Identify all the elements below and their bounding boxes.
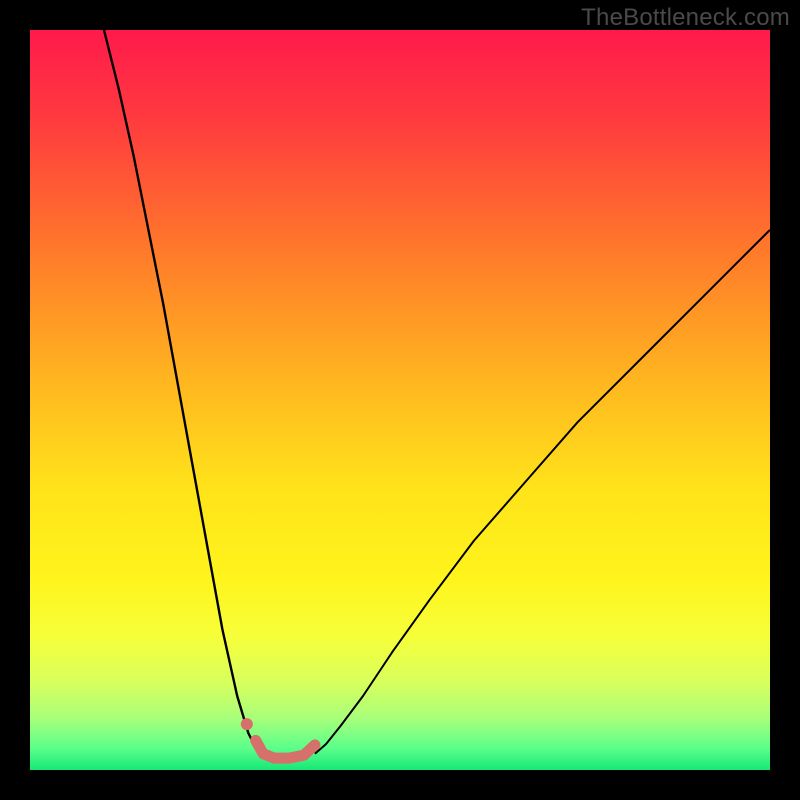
series-floor-marker: [256, 740, 315, 758]
series-dot-marker: [241, 718, 253, 730]
series-left-curve: [104, 30, 263, 754]
outer-black-frame: TheBottleneck.com: [0, 0, 800, 800]
curve-overlay: [30, 30, 770, 770]
gradient-plot-area: [30, 30, 770, 770]
watermark-text: TheBottleneck.com: [581, 4, 790, 32]
series-right-curve: [315, 230, 770, 754]
